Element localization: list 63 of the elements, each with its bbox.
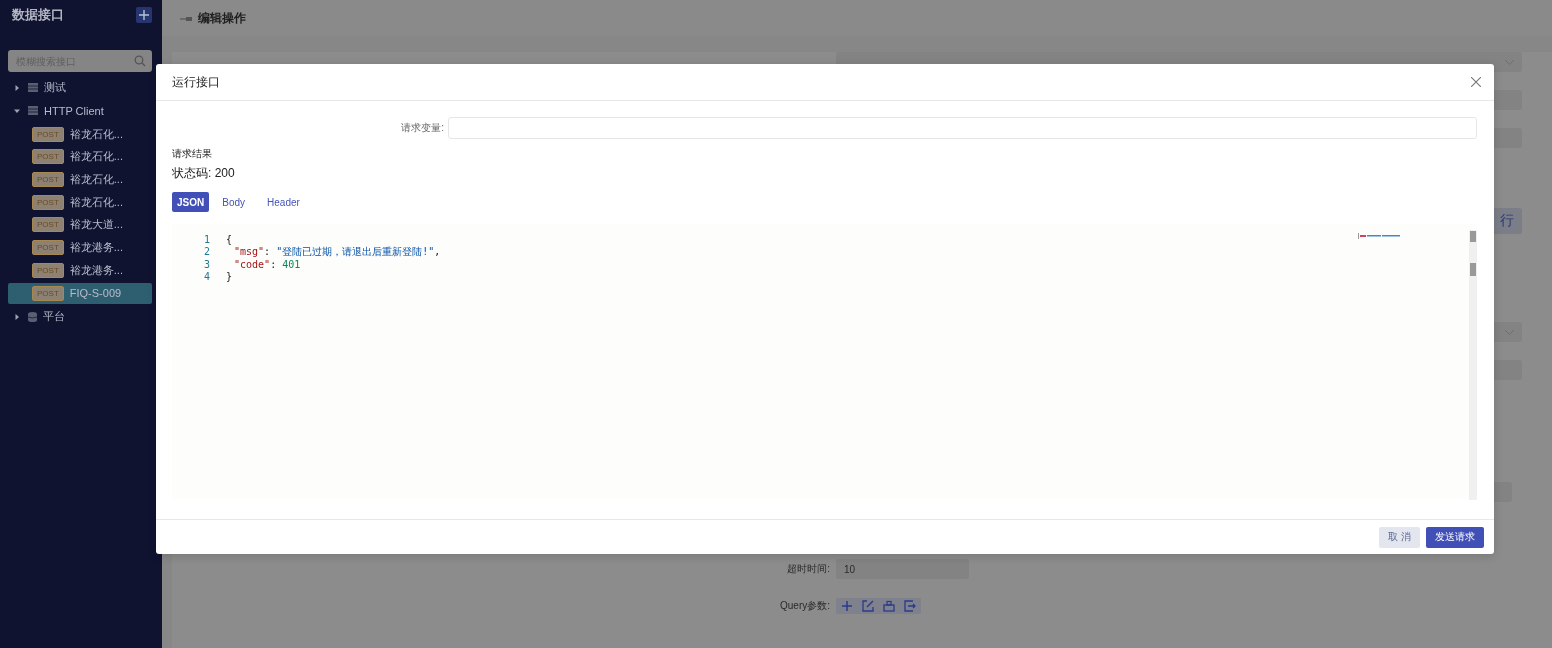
method-badge: POST: [32, 126, 64, 142]
line-number: 2: [202, 246, 210, 258]
tree-folder[interactable]: 测试: [8, 76, 152, 99]
add-icon[interactable]: [841, 600, 853, 612]
item-label: 裕龙石化...: [69, 172, 123, 188]
search-icon[interactable]: [134, 55, 146, 67]
tree-item[interactable]: POST 裕龙石化...: [8, 123, 152, 145]
method-badge: POST: [32, 240, 64, 256]
item-label: FIQ-S-009: [69, 287, 122, 299]
method-badge: POST: [32, 149, 64, 165]
item-label: 裕龙港务...: [69, 240, 123, 256]
cancel-button[interactable]: 取 消: [1379, 526, 1420, 548]
table-icon: [28, 106, 38, 115]
database-icon: [28, 311, 37, 322]
line-number: 1: [202, 233, 210, 245]
method-badge: POST: [32, 217, 64, 233]
tab[interactable]: Body: [213, 192, 255, 212]
tree-item[interactable]: POST 裕龙石化...: [8, 169, 152, 191]
scrollbar[interactable]: [1469, 230, 1477, 500]
tree-item[interactable]: POST 裕龙港务...: [8, 259, 152, 281]
section-title: 请求结果: [172, 147, 213, 161]
tree-folder[interactable]: 平台: [8, 305, 152, 329]
status-code: 状态码: 200: [172, 165, 236, 182]
item-label: 裕龙石化...: [69, 194, 123, 210]
tree-item[interactable]: POST 裕龙石化...: [8, 191, 152, 213]
line-number: 4: [202, 271, 210, 283]
line-number: 3: [202, 258, 210, 270]
field-label: 超时时间:: [786, 562, 831, 576]
item-label: 裕龙大道...: [69, 217, 123, 233]
item-label: 裕龙石化...: [69, 149, 123, 165]
sidebar-title: 数据接口: [12, 6, 64, 24]
item-label: 裕龙港务...: [69, 262, 123, 278]
toolbox-icon[interactable]: [883, 600, 895, 612]
method-badge: POST: [32, 285, 64, 301]
send-button[interactable]: 发送请求: [1426, 526, 1484, 548]
field-label: Query参数:: [779, 599, 831, 613]
export-icon[interactable]: [904, 600, 916, 612]
item-label: 裕龙石化...: [69, 126, 123, 142]
code-line: }: [226, 271, 233, 283]
table-icon: [28, 83, 38, 92]
method-badge: POST: [32, 194, 64, 210]
tree-folder[interactable]: HTTP Client: [8, 99, 152, 122]
tree-item[interactable]: POST 裕龙港务...: [8, 237, 152, 259]
method-badge: POST: [32, 172, 64, 188]
code-line: {: [226, 233, 233, 245]
field-label: 请求变量:: [400, 121, 445, 135]
tab[interactable]: JSON: [172, 192, 210, 212]
tree-item[interactable]: POST 裕龙石化...: [8, 146, 152, 168]
page-title: 编辑操作: [198, 9, 246, 27]
code-line: "msg": "登陆已过期，请退出后重新登陆!",: [234, 244, 441, 259]
close-icon[interactable]: [1471, 77, 1481, 87]
tree-item[interactable]: POST 裕龙大道...: [8, 214, 152, 236]
dialog-title: 运行接口: [172, 73, 220, 91]
back-icon[interactable]: [180, 15, 192, 21]
variables-field[interactable]: [448, 117, 1477, 139]
tab[interactable]: Header: [258, 192, 309, 212]
input-field[interactable]: 10: [836, 559, 969, 579]
minimap-drawing: [1358, 233, 1400, 239]
tree-item[interactable]: POST FIQ-S-009: [8, 282, 152, 304]
add-button[interactable]: [136, 7, 152, 23]
code-line: "code": 401: [234, 258, 301, 270]
method-badge: POST: [32, 262, 64, 278]
edit-icon[interactable]: [862, 600, 874, 612]
